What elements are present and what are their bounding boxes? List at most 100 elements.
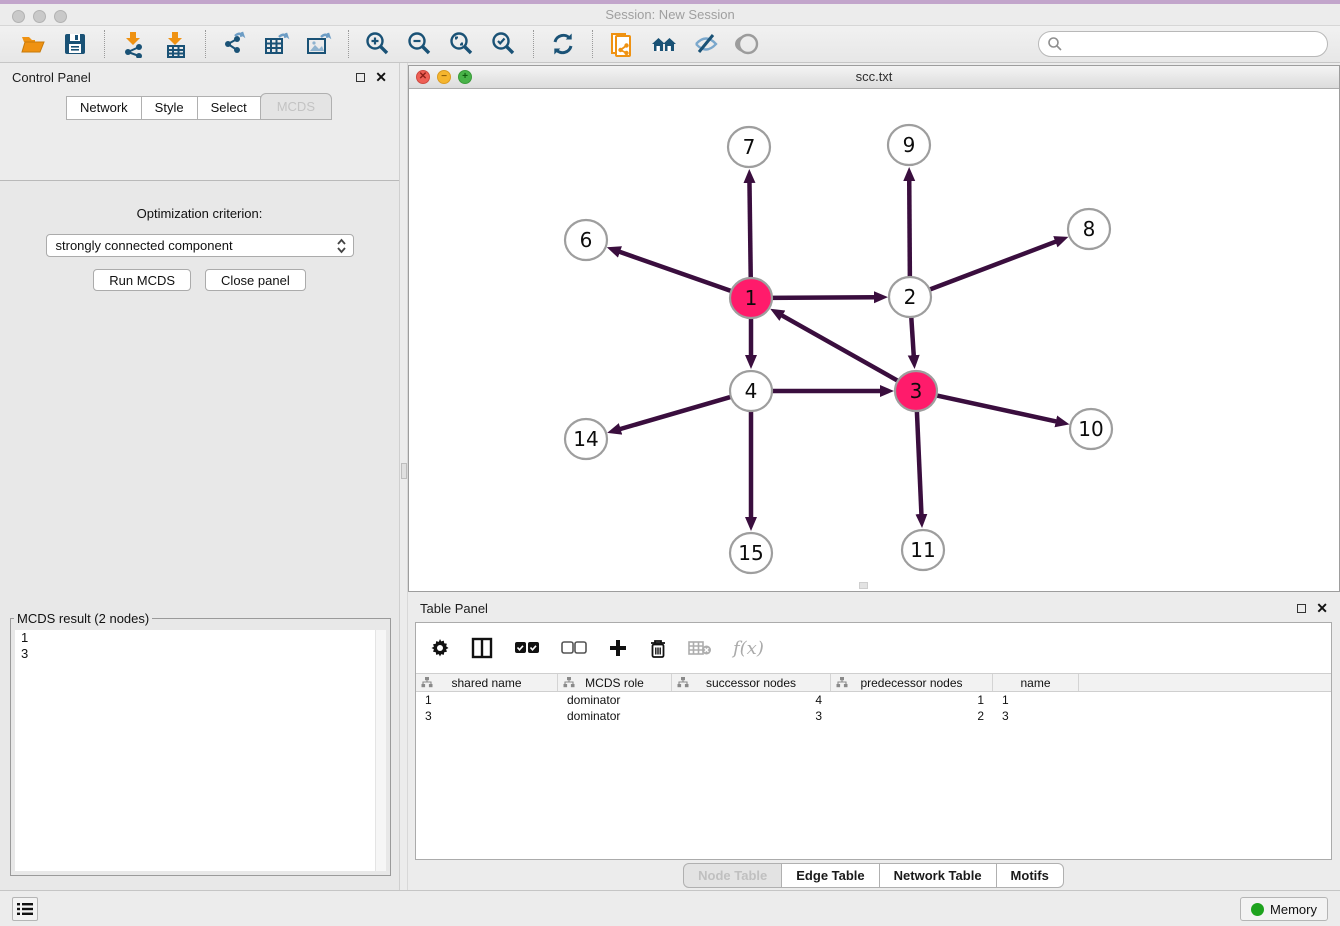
close-panel-icon[interactable]: ✕ [375,70,387,84]
tab-network[interactable]: Network [66,96,142,120]
split-divider[interactable] [399,63,408,890]
table-cell[interactable]: 1 [831,693,993,707]
tab-edge-table[interactable]: Edge Table [781,863,879,888]
show-all-icon[interactable] [733,29,763,59]
column-header-MCDS-role[interactable]: MCDS role [558,674,672,691]
graph-node-4[interactable]: 4 [730,371,772,411]
close-panel-button[interactable]: Close panel [205,269,306,291]
table-cell[interactable]: 2 [831,709,993,723]
graph-node-6[interactable]: 6 [565,220,607,260]
search-icon [1047,36,1063,52]
delete-column-icon[interactable] [649,638,667,659]
column-header-predecessor-nodes[interactable]: predecessor nodes [831,674,993,691]
graph-edge-1-7[interactable] [749,181,750,280]
zoom-in-icon[interactable] [363,29,393,59]
tab-mcds[interactable]: MCDS [260,93,332,120]
function-builder-icon: f(x) [733,638,764,659]
network-window-titlebar[interactable]: ✕ − + scc.txt [409,66,1339,89]
table-body: 1dominator4113dominator323 [416,692,1331,724]
network-minimize-icon[interactable]: − [437,70,451,84]
add-column-icon[interactable] [608,638,628,658]
close-table-panel-icon[interactable]: ✕ [1316,601,1328,615]
column-header-shared-name[interactable]: shared name [416,674,558,691]
graph-edge-2-9[interactable] [909,179,910,279]
graph-node-3[interactable]: 3 [895,371,937,411]
graph-node-8[interactable]: 8 [1068,209,1110,249]
float-panel-icon[interactable] [356,73,365,82]
run-mcds-button[interactable]: Run MCDS [93,269,191,291]
tab-style[interactable]: Style [141,96,198,120]
graph-edge-2-3[interactable] [911,315,914,357]
table-row[interactable]: 3dominator323 [416,708,1331,724]
deselect-all-icon[interactable] [561,641,587,655]
table-cell[interactable]: 4 [672,693,831,707]
graph-edge-4-14[interactable] [619,396,734,429]
graph-edge-3-1[interactable] [781,315,901,382]
zoom-selected-icon[interactable] [489,29,519,59]
tab-node-table[interactable]: Node Table [683,863,782,888]
table-cell[interactable]: 3 [672,709,831,723]
graph-edge-3-10[interactable] [934,395,1058,422]
save-session-icon[interactable] [60,29,90,59]
export-table-icon[interactable] [262,29,292,59]
column-panel-icon[interactable] [471,637,493,659]
split-grip[interactable] [401,463,407,479]
hide-selected-icon[interactable] [691,29,721,59]
graph-node-9[interactable]: 9 [888,125,930,165]
table-tabs: Node Table Edge Table Network Table Moti… [408,863,1340,888]
table-cell[interactable]: 1 [993,693,1079,707]
tab-motifs[interactable]: Motifs [996,863,1064,888]
result-line: 1 [15,630,386,646]
graph-node-10[interactable]: 10 [1070,409,1112,449]
column-header-successor-nodes[interactable]: successor nodes [672,674,831,691]
network-close-icon[interactable]: ✕ [416,70,430,84]
toolbar-separator [533,30,534,58]
graph-edge-1-2[interactable] [769,297,876,298]
table-cell[interactable]: dominator [558,693,672,707]
graph-edge-2-8[interactable] [927,241,1057,291]
table-row[interactable]: 1dominator411 [416,692,1331,708]
graph-edge-1-6[interactable] [618,251,734,292]
memory-button[interactable]: Memory [1240,897,1328,921]
graph-node-14[interactable]: 14 [565,419,607,459]
table-cell[interactable]: 3 [416,709,558,723]
mcds-result-fieldset: MCDS result (2 nodes) 13 [10,611,391,876]
gear-icon[interactable] [430,638,450,658]
graph-node-11[interactable]: 11 [902,530,944,570]
canvas-scroll-grip[interactable] [859,582,868,589]
float-table-panel-icon[interactable] [1297,604,1306,613]
column-header-name[interactable]: name [993,674,1079,691]
export-image-icon[interactable] [304,29,334,59]
export-network-icon[interactable] [220,29,250,59]
graph-node-2[interactable]: 2 [889,277,931,317]
zoom-fit-icon[interactable] [447,29,477,59]
tab-select[interactable]: Select [197,96,261,120]
table-cell[interactable]: 1 [416,693,558,707]
apply-layout-icon[interactable] [548,29,578,59]
graph-edge-3-11[interactable] [917,409,922,516]
graph-node-1[interactable]: 1 [730,278,772,318]
table-cell[interactable]: dominator [558,709,672,723]
node-table: f(x) shared nameMCDS rolesuccessor nodes… [415,622,1332,860]
graph-node-7[interactable]: 7 [728,127,770,167]
open-session-icon[interactable] [18,29,48,59]
network-canvas[interactable]: 7 9 6 8 1 2 4 3 14 10 15 11 [409,89,1339,591]
search-box[interactable] [1038,31,1328,57]
optimization-criterion-select[interactable]: strongly connected component [46,234,354,257]
zoom-out-icon[interactable] [405,29,435,59]
mcds-result-text[interactable]: 13 [15,630,386,871]
import-table-icon[interactable] [161,29,191,59]
search-input[interactable] [1063,37,1327,52]
tab-network-table[interactable]: Network Table [879,863,997,888]
first-neighbors-icon[interactable] [649,29,679,59]
graph-node-15[interactable]: 15 [730,533,772,573]
svg-text:8: 8 [1083,217,1096,241]
network-maximize-icon[interactable]: + [458,70,472,84]
import-network-icon[interactable] [119,29,149,59]
table-cell[interactable]: 3 [993,709,1079,723]
duplicate-network-icon[interactable] [607,29,637,59]
delete-table-icon [688,640,712,656]
select-all-icon[interactable] [514,641,540,655]
result-scrollbar[interactable] [375,630,386,871]
task-history-button[interactable] [12,897,38,921]
